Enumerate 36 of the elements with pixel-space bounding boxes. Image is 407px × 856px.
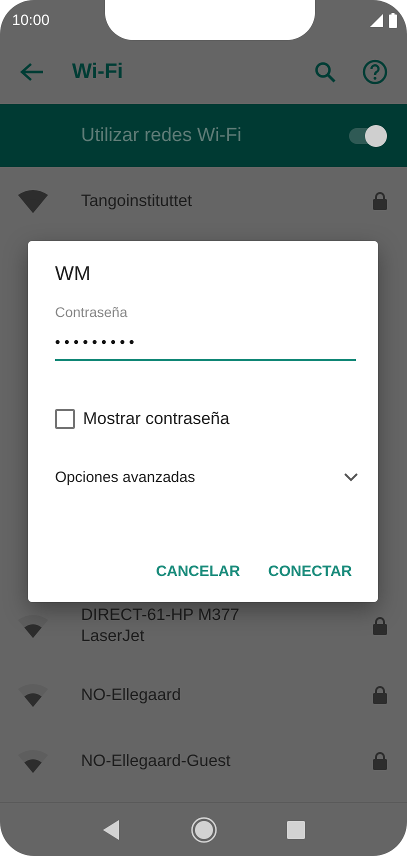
checkbox[interactable]: [55, 409, 75, 429]
signal-icon: [370, 14, 383, 26]
status-time: 10:00: [12, 12, 50, 28]
wifi-icon: [18, 683, 48, 707]
lock-icon: [373, 192, 387, 210]
back-nav-icon[interactable]: [102, 820, 120, 840]
wifi-icon: [18, 614, 48, 638]
wifi-icon: [18, 749, 48, 773]
home-nav-icon[interactable]: [190, 816, 216, 842]
back-arrow-icon[interactable]: [20, 62, 44, 82]
network-name: NO-Ellegaard: [81, 684, 181, 706]
app-title: Wi-Fi: [72, 60, 124, 84]
battery-icon: [388, 12, 397, 28]
dialog-title: WM: [55, 263, 92, 286]
help-icon[interactable]: [361, 58, 389, 86]
dialog-button[interactable]: CONECTAR: [264, 563, 356, 580]
checkbox-label: Mostrar contraseña: [83, 409, 230, 429]
network-row[interactable]: DIRECT-61-HP M377 LaserJet: [0, 590, 407, 662]
network-name: DIRECT-61-HP M377 LaserJet: [81, 605, 240, 647]
wifi-toggle-label: Utilizar redes Wi-Fi: [81, 124, 242, 146]
field-label: Contraseña: [55, 304, 128, 320]
wifi-icon: [18, 189, 48, 213]
network-row[interactable]: NO-Ellegaard: [0, 662, 407, 728]
chevron-down-icon: [344, 473, 358, 482]
network-row[interactable]: Tangoinstituttet: [0, 167, 407, 235]
network-name: Tangoinstituttet: [81, 190, 192, 212]
lock-icon: [373, 686, 387, 704]
password-field[interactable]: •••••••••: [55, 326, 356, 361]
wifi-switch[interactable]: [349, 128, 385, 144]
recents-nav-icon[interactable]: [286, 820, 304, 838]
network-name: NO-Ellegaard-Guest: [81, 750, 230, 772]
lock-icon: [373, 752, 387, 770]
dialog-button[interactable]: CANCELAR: [152, 563, 244, 580]
lock-icon: [373, 617, 387, 635]
advanced-options-toggle[interactable]: Opciones avanzadas: [55, 469, 358, 486]
network-row[interactable]: NO-Ellegaard-Guest: [0, 728, 407, 794]
